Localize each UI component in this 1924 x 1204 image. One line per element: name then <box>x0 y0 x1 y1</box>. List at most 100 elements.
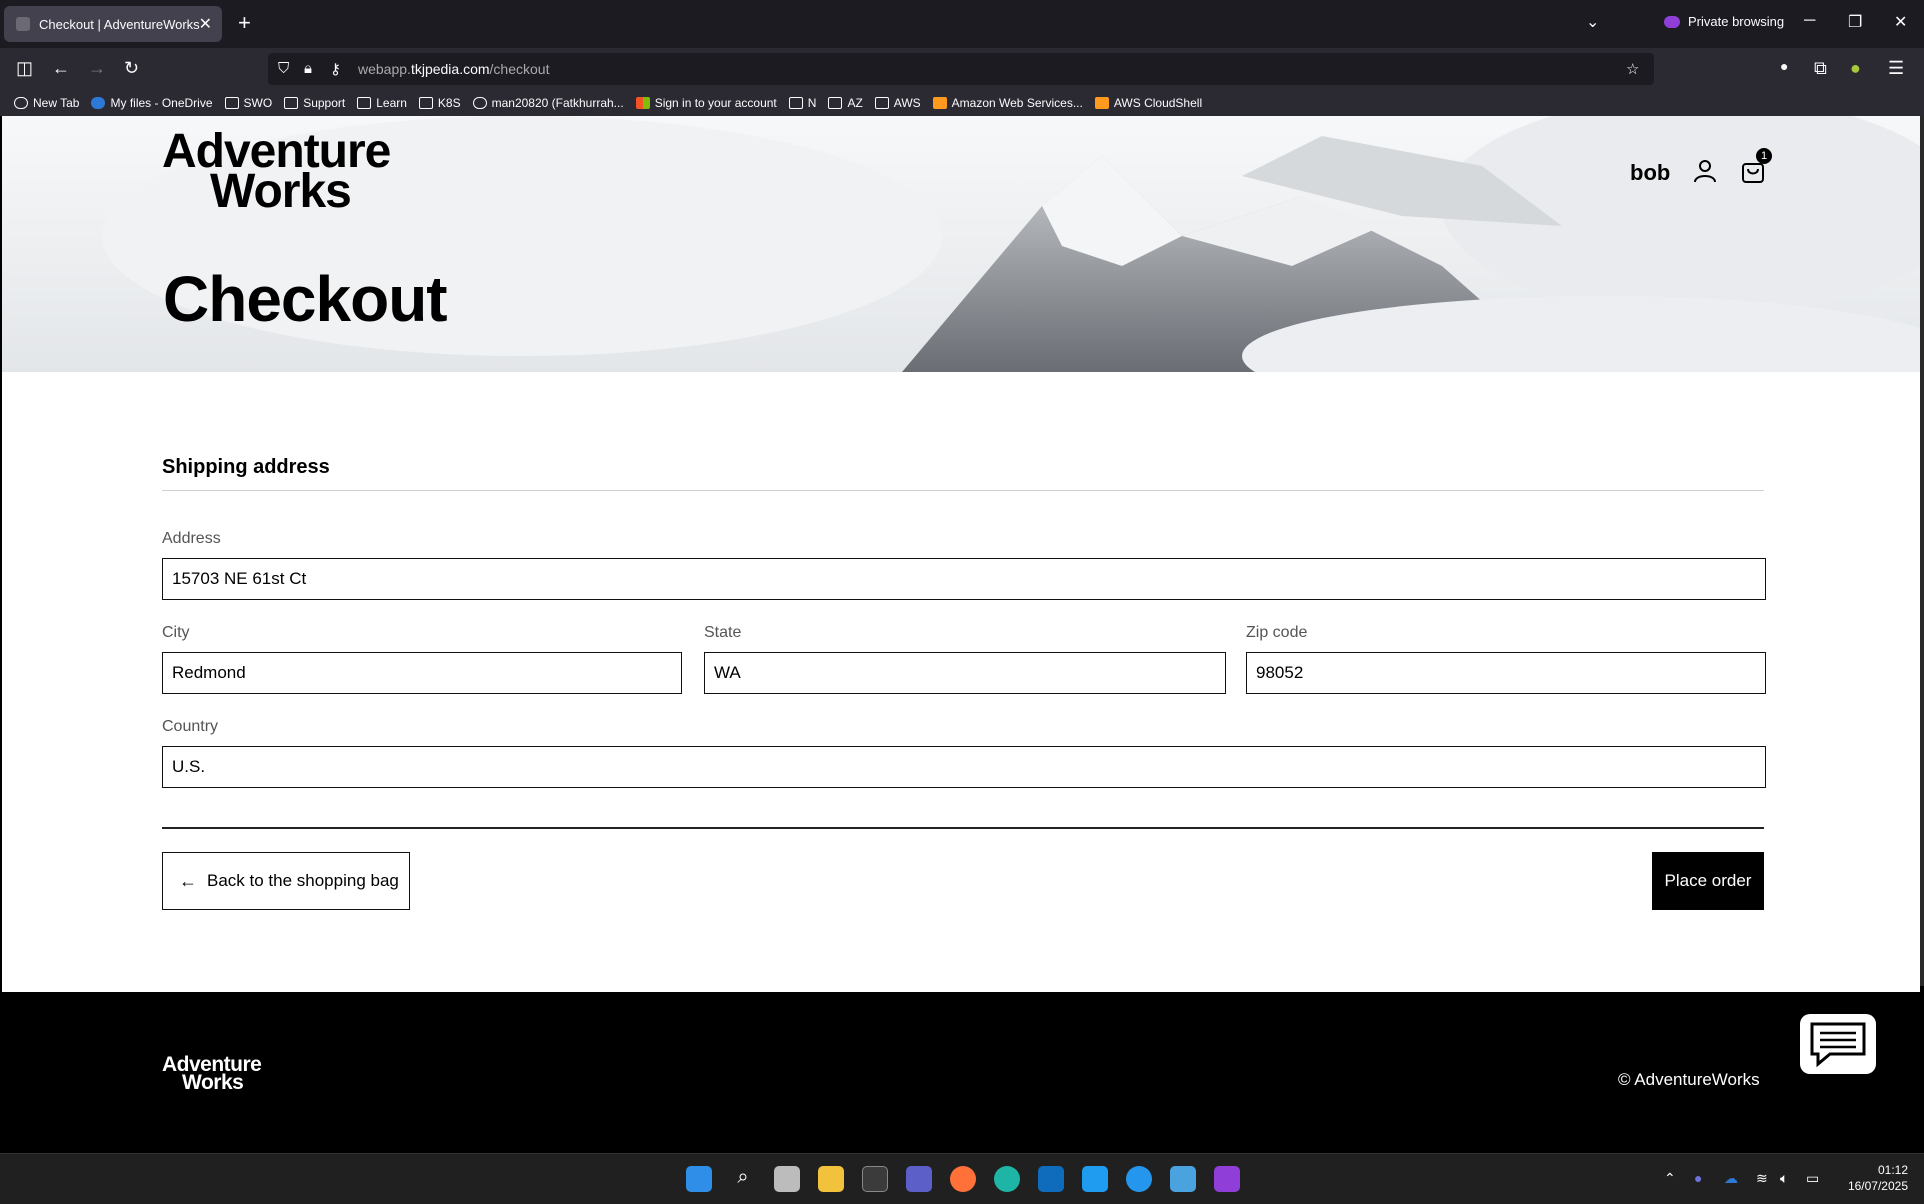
page-scrollbar[interactable] <box>1920 116 1924 986</box>
tab-favicon-icon <box>16 17 30 31</box>
vscode-icon[interactable] <box>1082 1166 1108 1192</box>
bookmark-folder-az[interactable]: AZ <box>828 96 863 110</box>
url-text[interactable]: webapp.tkjpedia.com/checkout <box>358 61 549 77</box>
country-field[interactable] <box>162 746 1766 788</box>
bookmark-label: Support <box>303 96 346 110</box>
outlook-icon[interactable] <box>1038 1166 1064 1192</box>
forward-icon[interactable]: → <box>88 58 106 79</box>
extensions-icon[interactable]: ⧉ <box>1814 58 1827 79</box>
system-clock[interactable]: 01:12 16/07/2025 <box>1836 1162 1908 1194</box>
edge-icon[interactable] <box>994 1166 1020 1192</box>
bookmark-folder-k8s[interactable]: K8S <box>418 96 461 110</box>
bookmark-folder-n[interactable]: N <box>788 96 816 110</box>
bookmark-star-icon[interactable]: ☆ <box>1626 60 1639 78</box>
site-logo[interactable]: Adventure Works <box>162 128 422 216</box>
username-link[interactable]: bob <box>1630 160 1670 186</box>
zip-code-field[interactable] <box>1246 652 1766 694</box>
arrow-left-icon: ← <box>179 870 197 891</box>
bookmark-folder-swo[interactable]: SWO <box>224 96 272 110</box>
github-icon <box>472 97 487 109</box>
close-tab-icon[interactable]: ✕ <box>199 14 212 34</box>
bookmark-microsoft-signin[interactable]: Sign in to your account <box>635 96 777 110</box>
close-window-icon[interactable]: ✕ <box>1894 12 1907 32</box>
onedrive-tray-icon[interactable]: ☁ <box>1724 1170 1738 1187</box>
bookmark-onedrive[interactable]: My files - OneDrive <box>91 96 213 110</box>
bookmark-label: K8S <box>437 96 461 110</box>
city-label: City <box>162 624 190 641</box>
browser-tab[interactable]: Checkout | AdventureWorks ✕ <box>4 6 222 42</box>
teams-tray-icon[interactable]: ● <box>1694 1170 1702 1186</box>
bookmark-aws-cloudshell[interactable]: AWS CloudShell <box>1094 96 1203 110</box>
aws-cube-icon <box>1094 97 1109 109</box>
hero-banner: Adventure Works Checkout bob 1 <box>2 116 1920 372</box>
search-icon[interactable]: ⌕ <box>730 1166 756 1192</box>
bookmark-folder-aws[interactable]: AWS <box>874 96 921 110</box>
bookmark-label: AWS <box>893 96 921 110</box>
folder-icon <box>418 97 433 109</box>
volume-icon[interactable]: 🔈︎ <box>1780 1170 1788 1187</box>
folder-icon <box>284 97 299 109</box>
copyright-text: © AdventureWorks <box>1618 1070 1760 1089</box>
address-bar[interactable]: ⛉ 🔒︎ ⚷ webapp.tkjpedia.com/checkout ☆ <box>268 53 1654 85</box>
docker-icon[interactable] <box>1126 1166 1152 1192</box>
browser-nav-bar: ◫ ← → ↻ ⛉ 🔒︎ ⚷ webapp.tkjpedia.com/check… <box>0 48 1924 90</box>
list-tabs-chevron-icon[interactable]: ⌄ <box>1586 12 1599 32</box>
back-icon[interactable]: ← <box>52 58 70 79</box>
cart-count-badge: 1 <box>1756 148 1772 164</box>
chat-button[interactable] <box>1800 1014 1876 1074</box>
file-explorer-icon[interactable] <box>818 1166 844 1192</box>
folder-icon <box>874 97 889 109</box>
firefox-private-icon[interactable] <box>1214 1166 1240 1192</box>
back-to-shopping-bag-button[interactable]: ← Back to the shopping bag <box>162 852 410 910</box>
place-order-button[interactable]: Place order <box>1652 852 1764 910</box>
place-order-label: Place order <box>1664 871 1752 890</box>
actions-divider <box>162 827 1764 829</box>
start-icon[interactable] <box>686 1166 712 1192</box>
folder-icon <box>828 97 843 109</box>
footer-logo[interactable]: Adventure Works <box>162 1054 262 1093</box>
key-icon[interactable]: ⚷ <box>330 60 341 78</box>
sidebar-toggle-icon[interactable]: ◫ <box>16 58 33 79</box>
bookmarks-bar: New Tab My files - OneDrive SWO Support … <box>0 90 1924 116</box>
lock-icon[interactable]: 🔒︎ <box>304 60 312 77</box>
terminal-icon[interactable] <box>862 1166 888 1192</box>
address-field[interactable] <box>162 558 1766 600</box>
browser-tab-bar: Checkout | AdventureWorks ✕ + ⌄ Private … <box>0 0 1924 48</box>
minimize-icon[interactable]: ─ <box>1804 12 1815 30</box>
clock-time: 01:12 <box>1877 1163 1908 1177</box>
menu-icon[interactable]: ☰ <box>1888 58 1904 79</box>
address-label: Address <box>162 530 221 547</box>
bookmark-folder-support[interactable]: Support <box>284 96 345 110</box>
state-label: State <box>704 624 742 641</box>
bookmark-new-tab[interactable]: New Tab <box>14 96 79 110</box>
show-hidden-icons-chevron-icon[interactable]: ⌃ <box>1664 1170 1676 1187</box>
profile-extension-icon[interactable]: ● <box>1850 58 1861 79</box>
bookmark-label: AWS CloudShell <box>1113 96 1203 110</box>
battery-icon[interactable]: ▭ <box>1806 1170 1819 1187</box>
state-field[interactable] <box>704 652 1226 694</box>
restore-icon[interactable]: ❐ <box>1848 12 1862 32</box>
bookmark-folder-learn[interactable]: Learn <box>357 96 407 110</box>
notepad-icon[interactable] <box>1170 1166 1196 1192</box>
user-account-icon[interactable] <box>1692 158 1718 184</box>
site-footer: Adventure Works © AdventureWorks <box>2 992 1920 1153</box>
task-view-icon[interactable] <box>774 1166 800 1192</box>
account-icon[interactable]: ● <box>1780 58 1788 74</box>
bookmark-aws-console[interactable]: Amazon Web Services... <box>932 96 1083 110</box>
wifi-icon[interactable]: ≋ <box>1756 1170 1768 1187</box>
screen: Checkout | AdventureWorks ✕ + ⌄ Private … <box>0 0 1924 1204</box>
teams-icon[interactable] <box>906 1166 932 1192</box>
city-field[interactable] <box>162 652 682 694</box>
shield-icon[interactable]: ⛉ <box>278 60 289 77</box>
bookmark-label: Amazon Web Services... <box>951 96 1083 110</box>
reload-icon[interactable]: ↻ <box>124 58 139 79</box>
bookmark-github[interactable]: man20820 (Fatkhurrah... <box>472 96 624 110</box>
new-tab-button[interactable]: + <box>238 10 251 36</box>
private-browsing-indicator: Private browsing <box>1664 14 1784 29</box>
url-host: webapp. <box>358 61 411 77</box>
bookmark-label: Learn <box>376 96 407 110</box>
firefox-icon[interactable] <box>950 1166 976 1192</box>
onedrive-icon <box>91 97 106 109</box>
folder-icon <box>788 97 803 109</box>
aws-cube-icon <box>932 97 947 109</box>
